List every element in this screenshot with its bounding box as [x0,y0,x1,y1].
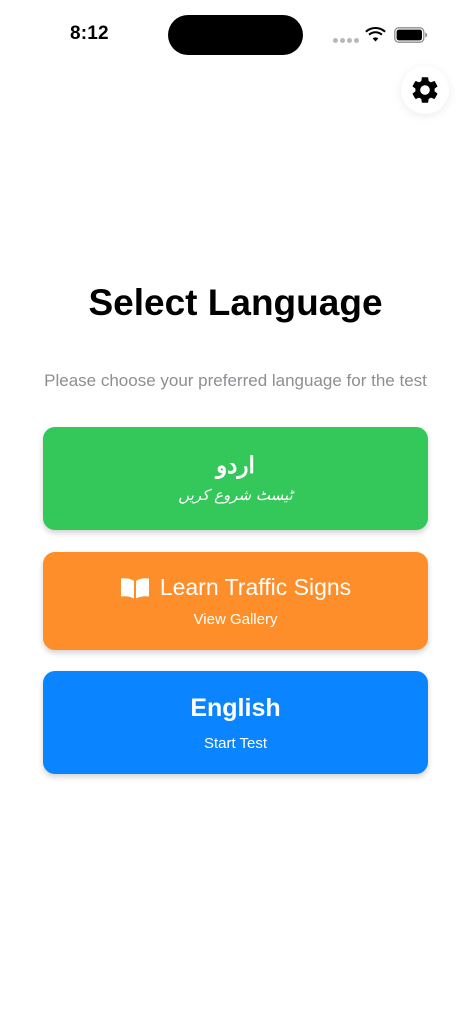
urdu-button-label: اردو [216,451,255,479]
learn-traffic-signs-row: Learn Traffic Signs [120,574,351,601]
wifi-icon [365,27,386,42]
battery-icon [394,27,428,43]
view-gallery-label: View Gallery [193,611,278,628]
page-subtitle: Please choose your preferred language fo… [44,371,427,390]
english-button-sublabel: Start Test [203,734,268,752]
page-title: Select Language [88,282,383,323]
gear-icon [412,77,438,103]
urdu-start-test-button[interactable]: اردو ٹیسٹ شروع کریں [43,427,428,530]
select-language-screen: 8:12 Select Language Please choose your … [0,0,471,1024]
book-icon [120,577,149,598]
learn-traffic-signs-button[interactable]: Learn Traffic Signs View Gallery [43,552,428,650]
cellular-signal-icon [333,38,359,43]
english-button-label: English [190,693,281,722]
status-time: 8:12 [70,23,109,44]
settings-button[interactable] [401,66,449,114]
english-start-test-button[interactable]: English Start Test [43,671,428,774]
learn-traffic-signs-label: Learn Traffic Signs [159,574,352,600]
dynamic-island [168,15,303,55]
urdu-button-sublabel: ٹیسٹ شروع کریں [178,486,293,505]
